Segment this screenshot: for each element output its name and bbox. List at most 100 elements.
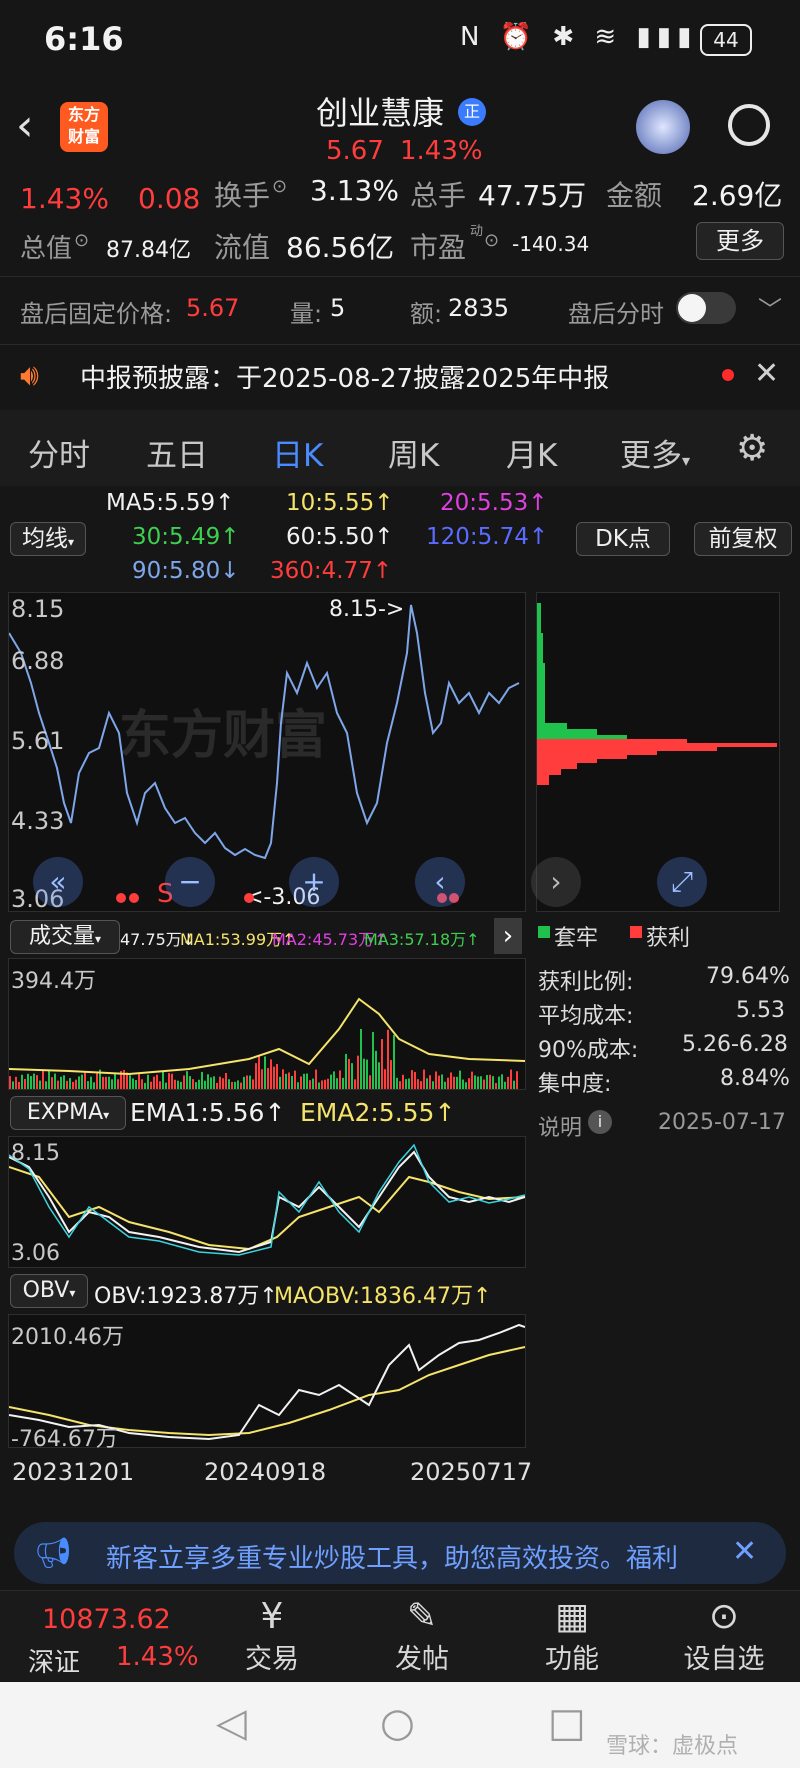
expma-lines-svg [9, 1143, 525, 1256]
volume-bar [201, 1071, 203, 1089]
back-triangle-icon[interactable]: ◁ [216, 1700, 247, 1746]
volume-bar [351, 1063, 353, 1089]
volume-bar [234, 1081, 236, 1089]
volume-selector[interactable]: 成交量▾ [10, 920, 120, 954]
legend-profit: 获利 [646, 926, 691, 951]
scroll-left-icon[interactable]: ‹ [415, 857, 465, 907]
app-logo: 东方 财富 [60, 102, 108, 152]
tab-five-day[interactable]: 五日 [146, 430, 208, 475]
volume-bar [339, 1070, 341, 1089]
volume-bar [303, 1073, 305, 1089]
volume-bar [162, 1070, 164, 1089]
settings-gear-icon[interactable]: ⚙ [736, 428, 768, 469]
volume-bar [504, 1081, 506, 1089]
more-button[interactable]: 更多 [696, 222, 784, 260]
back-icon[interactable]: ‹ [16, 100, 34, 151]
tab-weekly-k[interactable]: 周K [388, 430, 439, 475]
volume-bar [252, 1079, 254, 1089]
notice-text[interactable]: 中报预披露：于2025-08-27披露2025年中报 [80, 358, 609, 395]
nav-trade[interactable]: ¥ 交易 [236, 1596, 308, 1676]
volume-bar [465, 1082, 467, 1089]
index-name[interactable]: 深证 [28, 1642, 80, 1679]
close-icon[interactable]: ✕ [754, 356, 779, 391]
caret-down-icon: ▾ [69, 1286, 76, 1300]
legend-swatch-trapped [538, 926, 550, 938]
close-icon[interactable]: ✕ [732, 1534, 757, 1569]
chevron-right-icon[interactable]: › [494, 918, 522, 954]
volume-bar [15, 1076, 17, 1089]
volume-bar [171, 1073, 173, 1089]
promo-banner[interactable]: 📢︎ 新客立享多重专业炒股工具，助您高效投资。福利 ✕ [14, 1522, 786, 1584]
info-icon[interactable]: ⊙ [484, 230, 499, 251]
index-value[interactable]: 10873.62 [42, 1604, 171, 1635]
pe-sup: 动 [470, 224, 484, 239]
recents-square-icon[interactable]: □ [548, 1700, 586, 1746]
footer-watermark: 雪球：虚极点 [606, 1734, 739, 1759]
volume-bar [12, 1081, 14, 1089]
turnover-label: 换手 [214, 179, 271, 212]
status-time: 6:16 [44, 20, 124, 58]
volume-bar [384, 1069, 386, 1089]
volume-bar [207, 1074, 209, 1089]
volume-bar [495, 1082, 497, 1089]
scroll-left-fast-icon[interactable]: « [33, 857, 83, 907]
volume-bar [9, 1076, 11, 1089]
info-icon[interactable]: ⊙ [272, 176, 287, 197]
volume-bar [486, 1075, 488, 1089]
qty-value: 5 [330, 294, 346, 322]
volume-bar [426, 1078, 428, 1089]
volume-bar [516, 1071, 518, 1089]
volume-bar [69, 1078, 71, 1089]
volume-bar [423, 1069, 425, 1089]
avg-cost-label: 平均成本: [538, 1004, 634, 1029]
robot-avatar-icon[interactable] [636, 100, 690, 154]
volume-bar [96, 1073, 98, 1089]
tab-more[interactable]: 更多▾ [620, 430, 690, 475]
explain-link[interactable]: 说明 [538, 1110, 582, 1142]
nav-post[interactable]: ✎ 发帖 [386, 1596, 458, 1676]
amount-value: 2.69亿 [692, 179, 783, 212]
volume-bar [30, 1076, 32, 1089]
header-price: 5.67 [326, 136, 384, 166]
volume-bar [78, 1076, 80, 1089]
volume-bar [402, 1074, 404, 1089]
info-icon[interactable]: ⊙ [74, 230, 89, 251]
obv-selector[interactable]: OBV▾ [10, 1274, 88, 1308]
home-circle-icon[interactable]: ○ [380, 1700, 415, 1746]
volume-bar [54, 1073, 56, 1089]
expma-selector[interactable]: EXPMA▾ [10, 1096, 126, 1130]
legend-trapped: 套牢 [554, 926, 599, 951]
zoom-in-icon[interactable]: + [289, 857, 339, 907]
maobv-label: MAOBV:1836.47万↑ [274, 1284, 492, 1309]
volume-bar [186, 1071, 188, 1089]
avg-cost-value: 5.53 [736, 998, 785, 1023]
search-icon[interactable] [728, 104, 770, 146]
volume-bar [315, 1069, 317, 1089]
volume-bar [363, 1058, 365, 1089]
nav-add-watchlist[interactable]: ⊙ 设自选 [676, 1596, 772, 1676]
tab-monthly-k[interactable]: 月K [506, 430, 557, 475]
kline-chart[interactable]: 东方财富 8.15-> <-3.06 S 8.15 6.88 5.61 4.33… [8, 592, 526, 913]
volume-bar [387, 1029, 389, 1089]
quote-pct: 1.43% [20, 182, 109, 215]
chevron-right-icon[interactable]: › [531, 857, 581, 907]
axis-label-bottom: 3.06 [11, 1241, 60, 1266]
tab-intraday[interactable]: 分时 [28, 430, 90, 475]
adjust-price-button[interactable]: 前复权 [694, 522, 792, 556]
ma90-label: 90:5.80↓ [132, 558, 240, 584]
dk-point-button[interactable]: DK点 [576, 522, 670, 556]
zoom-out-icon[interactable]: − [165, 857, 215, 907]
volume-bar [60, 1076, 62, 1089]
tab-daily-k[interactable]: 日K [272, 430, 323, 475]
after-hours-toggle[interactable] [676, 292, 736, 324]
volume-bar [39, 1080, 41, 1089]
expand-icon[interactable]: ⤢ [657, 857, 707, 907]
volume-bar [45, 1081, 47, 1089]
mktcap-value: 87.84亿 [106, 238, 191, 263]
ma-selector[interactable]: 均线▾ [10, 522, 86, 556]
date-label: 20240918 [204, 1458, 327, 1486]
concentration-label: 集中度: [538, 1072, 612, 1097]
nav-functions[interactable]: ▦ 功能 [536, 1596, 608, 1676]
info-icon[interactable]: i [588, 1110, 612, 1134]
chevron-down-icon[interactable]: ﹀ [758, 290, 782, 325]
